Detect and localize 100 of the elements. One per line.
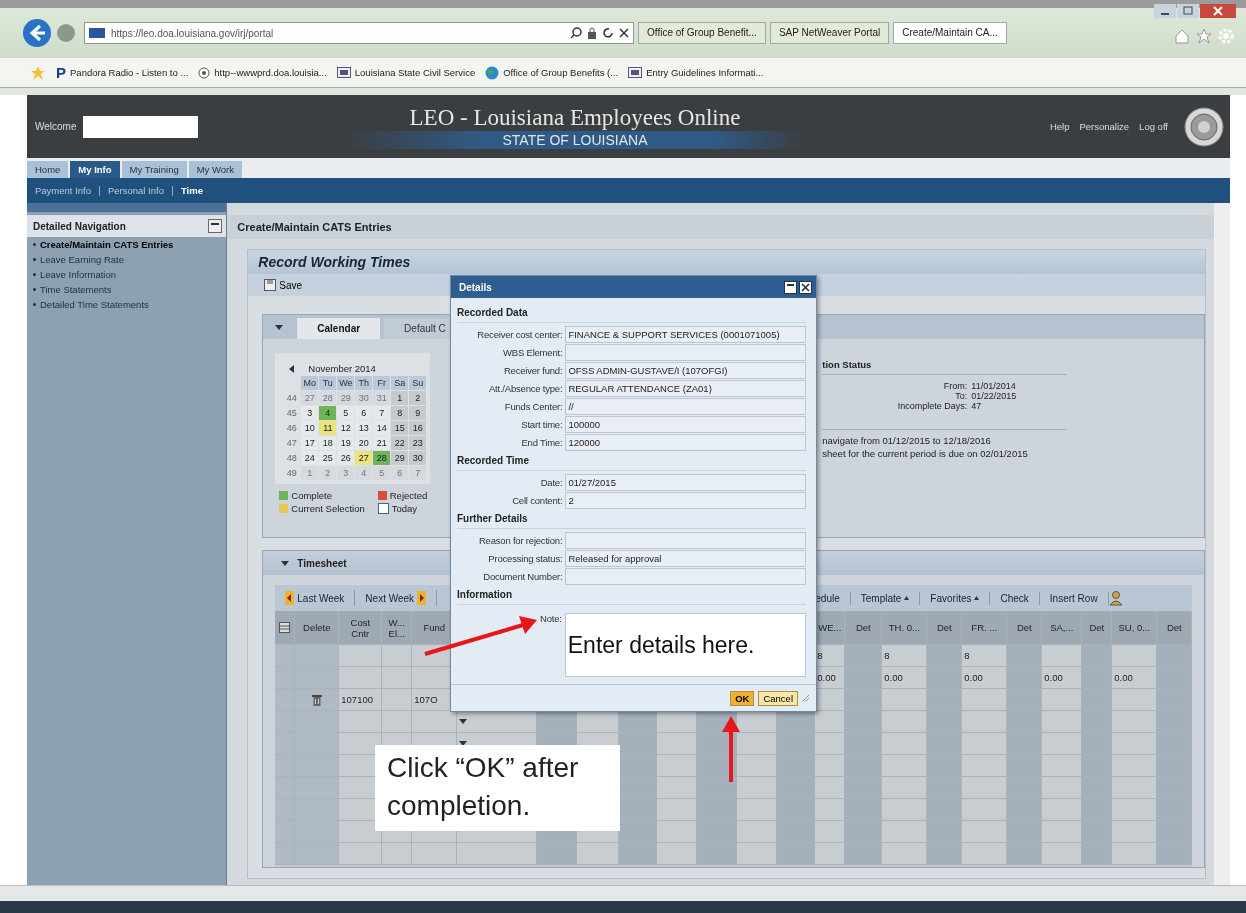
calendar-day[interactable]: 1 xyxy=(301,466,319,480)
panel-tab[interactable]: Calendar xyxy=(297,318,381,339)
calendar-day[interactable]: 1 xyxy=(391,391,409,405)
sub-tab[interactable]: Time xyxy=(180,185,203,196)
sidebar-item[interactable]: Leave Information xyxy=(40,269,117,280)
person-settings-icon[interactable] xyxy=(1108,590,1125,606)
calendar-day[interactable]: 15 xyxy=(391,421,409,435)
calendar-day[interactable]: 11 xyxy=(319,421,337,435)
sub-tab[interactable]: Payment Info xyxy=(35,185,91,196)
calendar-day[interactable]: 3 xyxy=(337,466,355,480)
calendar-day[interactable]: 30 xyxy=(355,391,373,405)
calendar-day[interactable]: 2 xyxy=(319,466,337,480)
collapse-icon[interactable] xyxy=(208,219,223,233)
input-field[interactable] xyxy=(565,532,806,549)
close-icon[interactable] xyxy=(619,28,629,38)
sidebar-item[interactable]: Create/Maintain CATS Entries xyxy=(40,239,174,250)
sidebar-item[interactable]: Leave Earning Rate xyxy=(40,254,124,265)
trash-icon[interactable] xyxy=(311,693,322,706)
input-field[interactable]: 120000 xyxy=(565,434,806,451)
collapse-caret-icon[interactable] xyxy=(275,325,284,330)
calendar-day[interactable]: 9 xyxy=(409,406,427,420)
menu-button[interactable]: Template xyxy=(850,591,921,605)
calendar-day[interactable]: 23 xyxy=(409,436,427,450)
minimize-button[interactable] xyxy=(1154,4,1176,18)
sub-tab[interactable]: Personal Info xyxy=(108,185,164,196)
calendar-day[interactable]: 2 xyxy=(409,391,427,405)
portal-tab[interactable]: My Work xyxy=(188,161,242,178)
note-field[interactable]: Enter details here. xyxy=(564,613,806,677)
sidebar-item[interactable]: Time Statements xyxy=(40,284,112,295)
input-field[interactable]: 2 xyxy=(565,492,806,509)
header-link[interactable]: Help xyxy=(1049,121,1070,132)
dialog-button[interactable]: Cancel xyxy=(758,690,798,706)
maximize-button[interactable] xyxy=(784,280,797,294)
favorite-link[interactable]: http--wwwprd.doa.louisia... xyxy=(198,66,327,79)
collapse-caret-icon[interactable] xyxy=(281,560,290,566)
home-icon[interactable] xyxy=(1174,28,1190,44)
calendar-day[interactable]: 26 xyxy=(337,451,355,465)
calendar-day[interactable]: 12 xyxy=(337,421,355,435)
calendar-day[interactable]: 19 xyxy=(337,436,355,450)
input-field[interactable]: REGULAR ATTENDANCE (ZA01) xyxy=(565,380,806,397)
browser-tab[interactable]: SAP NetWeaver Portal xyxy=(769,22,890,44)
calendar-day[interactable]: 5 xyxy=(337,406,355,420)
calendar-day[interactable]: 7 xyxy=(409,466,427,480)
calendar-day[interactable]: 7 xyxy=(373,406,391,420)
input-field[interactable]: // xyxy=(565,398,806,415)
close-button[interactable] xyxy=(799,280,812,294)
header-link[interactable]: Log off xyxy=(1139,121,1168,132)
toolbar-button[interactable]: Check xyxy=(990,591,1040,605)
calendar-day[interactable]: 21 xyxy=(373,436,391,450)
calendar-day[interactable]: 30 xyxy=(409,451,427,465)
favorites-star-icon[interactable] xyxy=(30,64,46,81)
calendar-day[interactable]: 28 xyxy=(319,391,337,405)
browser-tab[interactable]: Office of Group Benefit... xyxy=(638,22,766,44)
resize-grip-icon[interactable] xyxy=(802,694,810,702)
portal-tab[interactable]: My Info xyxy=(70,161,120,178)
favorite-link[interactable]: Office of Group Benefits (... xyxy=(485,65,619,80)
calendar-day[interactable]: 24 xyxy=(301,451,319,465)
calendar-day[interactable]: 29 xyxy=(391,451,409,465)
calendar-day[interactable]: 22 xyxy=(391,436,409,450)
input-field[interactable]: Released for approval xyxy=(565,550,806,567)
favorite-link[interactable]: P Pandora Radio - Listen to ... xyxy=(56,64,189,81)
scrollbar[interactable] xyxy=(0,885,1246,901)
calendar-day[interactable]: 5 xyxy=(373,466,391,480)
star-icon[interactable] xyxy=(1196,28,1212,44)
input-field[interactable] xyxy=(565,568,806,585)
input-field[interactable]: FINANCE & SUPPORT SERVICES (0001071005) xyxy=(565,326,806,343)
header-link[interactable]: Personalize xyxy=(1079,121,1130,132)
input-field[interactable]: 100000 xyxy=(565,416,806,433)
portal-tab[interactable]: Home xyxy=(27,161,69,178)
calendar-day[interactable]: 27 xyxy=(301,391,319,405)
next-week-button[interactable]: Next Week xyxy=(355,590,438,606)
input-field[interactable]: OFSS ADMIN-GUSTAVE/I (107OFGI) xyxy=(565,362,806,379)
input-field[interactable]: 01/27/2015 xyxy=(565,474,806,491)
calendar-day[interactable]: 6 xyxy=(391,466,409,480)
table-settings-icon[interactable] xyxy=(279,622,291,633)
calendar-day[interactable]: 3 xyxy=(301,406,319,420)
calendar-day[interactable]: 20 xyxy=(355,436,373,450)
previous-week-button[interactable]: Last Week xyxy=(275,590,356,606)
previous-month-icon[interactable] xyxy=(289,364,295,373)
calendar-day[interactable]: 28 xyxy=(373,451,391,465)
back-button[interactable] xyxy=(22,18,52,48)
sidebar-item[interactable]: Detailed Time Statements xyxy=(40,299,149,310)
calendar-day[interactable]: 27 xyxy=(355,451,373,465)
input-field[interactable] xyxy=(565,344,806,361)
refresh-icon[interactable] xyxy=(602,27,614,39)
browser-tab[interactable]: Create/Maintain CA... xyxy=(893,22,1007,44)
calendar-day[interactable]: 25 xyxy=(319,451,337,465)
dropdown-caret-icon[interactable] xyxy=(459,719,468,724)
calendar-day[interactable]: 13 xyxy=(355,421,373,435)
menu-button[interactable]: Favorites xyxy=(920,591,991,605)
calendar-day[interactable]: 4 xyxy=(355,466,373,480)
toolbar-button[interactable]: Insert Row xyxy=(1039,591,1109,605)
address-field[interactable]: https://leo.doa.louisiana.gov/irj/portal xyxy=(84,22,634,44)
search-icon[interactable] xyxy=(570,27,582,39)
calendar-day[interactable]: 17 xyxy=(301,436,319,450)
calendar-day[interactable]: 29 xyxy=(337,391,355,405)
calendar-day[interactable]: 6 xyxy=(355,406,373,420)
calendar-day[interactable]: 18 xyxy=(319,436,337,450)
calendar-day[interactable]: 8 xyxy=(391,406,409,420)
calendar-day[interactable]: 16 xyxy=(409,421,427,435)
